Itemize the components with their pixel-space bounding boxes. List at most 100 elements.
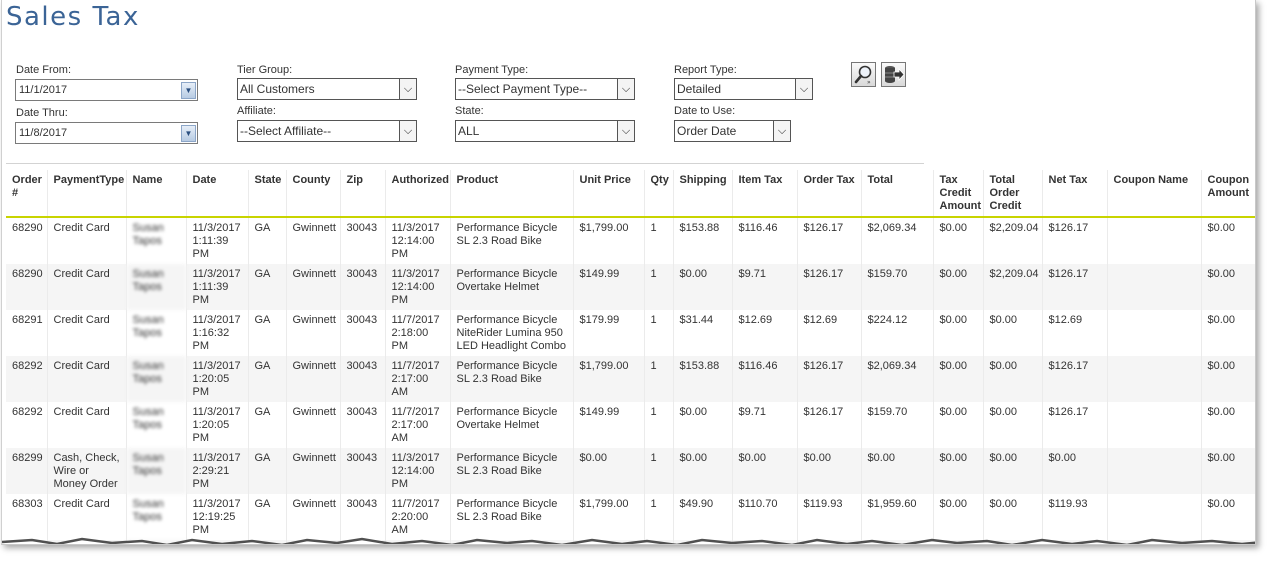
table-cell: Credit Card <box>47 217 127 264</box>
table-cell: $1,799.00 <box>573 217 645 264</box>
column-header[interactable]: Shipping <box>673 170 733 218</box>
report-type-value: Detailed <box>677 82 722 96</box>
report-type-select[interactable]: Detailed ⌵ <box>674 78 813 100</box>
table-cell: $0.00 <box>1201 402 1255 448</box>
table-cell: Susan Tapos <box>126 402 187 448</box>
table-row: 68303Credit CardSusan Tapos11/3/2017 12:… <box>6 494 1255 540</box>
affiliate-select[interactable]: --Select Affiliate-- ⌵ <box>237 120 417 142</box>
date-from-input[interactable]: 11/1/2017 ▼ <box>15 79 198 101</box>
table-cell: Credit Card <box>47 402 127 448</box>
table-cell: $149.99 <box>573 264 645 310</box>
table-cell: 1 <box>644 402 674 448</box>
column-header[interactable]: Item Tax <box>732 170 798 218</box>
column-header[interactable]: Unit Price <box>573 170 645 218</box>
report-window: Sales Tax Date From: 11/1/2017 ▼ Date Th… <box>1 0 1256 545</box>
chevron-down-icon: ⌵ <box>795 79 812 99</box>
table-cell: Susan Tapos <box>126 448 187 494</box>
column-header[interactable]: Total <box>861 170 934 218</box>
column-header[interactable]: Order # <box>6 170 48 218</box>
table-cell: Performance Bicycle Overtake Helmet <box>450 264 574 310</box>
column-header[interactable]: Total Order Credit <box>983 170 1043 218</box>
table-cell: 11/7/2017 2:20:00 AM <box>385 494 451 540</box>
payment-type-select[interactable]: --Select Payment Type-- ⌵ <box>455 78 635 100</box>
calendar-dropdown-icon[interactable]: ▼ <box>181 82 196 99</box>
affiliate-value: --Select Affiliate-- <box>240 124 332 138</box>
column-header[interactable]: Order Tax <box>797 170 862 218</box>
column-header[interactable]: Net Tax <box>1042 170 1108 218</box>
column-header[interactable]: Name <box>126 170 187 218</box>
column-header[interactable]: Authorized <box>385 170 451 218</box>
date-thru-value: 11/8/2017 <box>19 127 68 139</box>
date-to-use-select[interactable]: Order Date ⌵ <box>674 120 791 142</box>
table-cell: Credit Card <box>47 264 127 310</box>
table-cell: Susan Tapos <box>126 310 187 356</box>
column-header[interactable]: Tax Credit Amount <box>933 170 984 218</box>
table-row: 68290 Credit Card Susan Tapos 11/3/2017 1:1… <box>6 264 1255 310</box>
table-cell: $224.12 <box>861 310 934 356</box>
table-cell: 11/3/2017 1:11:39 PM <box>186 217 249 264</box>
table-cell <box>1107 402 1202 448</box>
table-cell: GA <box>248 402 287 448</box>
table-cell: $0.00 <box>933 356 984 402</box>
table-cell: $153.88 <box>673 356 733 402</box>
payment-type-value: --Select Payment Type-- <box>458 82 588 96</box>
table-cell: Performance Bicycle SL 2.3 Road Bike <box>450 448 574 494</box>
table-cell: $179.99 <box>573 310 645 356</box>
column-header[interactable]: Coupon Amount <box>1201 170 1255 218</box>
table-cell: $0.00 <box>983 356 1043 402</box>
table-cell: $0.00 <box>933 494 984 540</box>
table-cell: GA <box>248 448 287 494</box>
table-cell: $0.00 <box>933 264 984 310</box>
tier-group-value: All Customers <box>240 82 315 96</box>
table-cell: $126.17 <box>797 402 862 448</box>
column-header[interactable]: Qty <box>644 170 674 218</box>
table-cell: 11/3/2017 12:14:00 PM <box>385 217 451 264</box>
table-cell: 1 <box>644 264 674 310</box>
table-cell: Performance Bicycle SL 2.3 Road Bike <box>450 494 574 540</box>
table-cell: $2,069.34 <box>861 217 934 264</box>
column-header[interactable]: Coupon Name <box>1107 170 1202 218</box>
filter-divider <box>6 163 924 164</box>
table-cell: $0.00 <box>983 448 1043 494</box>
table-cell: $31.44 <box>673 310 733 356</box>
state-select[interactable]: ALL ⌵ <box>455 120 635 142</box>
table-cell: $126.17 <box>1042 217 1108 264</box>
column-header[interactable]: PaymentType <box>47 170 127 218</box>
table-cell: Gwinnett <box>286 310 341 356</box>
table-header-row: Order # PaymentType Name Date State Coun… <box>6 170 1255 218</box>
table-cell <box>1107 494 1202 540</box>
export-button[interactable] <box>881 62 906 87</box>
table-cell: $159.70 <box>861 402 934 448</box>
table-cell: Performance Bicycle SL 2.3 Road Bike <box>450 356 574 402</box>
table-cell: $126.17 <box>1042 356 1108 402</box>
affiliate-label: Affiliate: <box>237 105 276 117</box>
search-button[interactable]: » <box>851 62 876 87</box>
table-cell: 11/3/2017 12:14:00 PM <box>385 264 451 310</box>
table-cell: 11/3/2017 1:16:32 PM <box>186 310 249 356</box>
tier-group-select[interactable]: All Customers ⌵ <box>237 78 417 100</box>
column-header[interactable]: Date <box>186 170 249 218</box>
table-cell: $2,209.04 <box>983 264 1043 310</box>
date-thru-input[interactable]: 11/8/2017 ▼ <box>15 122 198 144</box>
column-header[interactable]: County <box>286 170 341 218</box>
table-cell: $2,069.34 <box>861 356 934 402</box>
calendar-dropdown-icon[interactable]: ▼ <box>181 125 196 142</box>
table-cell: GA <box>248 310 287 356</box>
table-cell: $0.00 <box>573 448 645 494</box>
chevron-down-icon: ⌵ <box>399 79 416 99</box>
table-cell: Gwinnett <box>286 402 341 448</box>
table-cell: Credit Card <box>47 356 127 402</box>
table-cell <box>1107 310 1202 356</box>
table-cell <box>1107 448 1202 494</box>
column-header[interactable]: Product <box>450 170 574 218</box>
table-cell: $0.00 <box>983 494 1043 540</box>
table-cell: Gwinnett <box>286 448 341 494</box>
table-cell: $1,799.00 <box>573 356 645 402</box>
table-cell: $1,799.00 <box>573 494 645 540</box>
page-title: Sales Tax <box>6 2 140 32</box>
table-cell: Cash, Check, Wire or Money Order <box>47 448 127 494</box>
column-header[interactable]: Zip <box>340 170 386 218</box>
table-cell: $0.00 <box>1201 448 1255 494</box>
table-cell: Susan Tapos <box>126 494 187 540</box>
column-header[interactable]: State <box>248 170 287 218</box>
